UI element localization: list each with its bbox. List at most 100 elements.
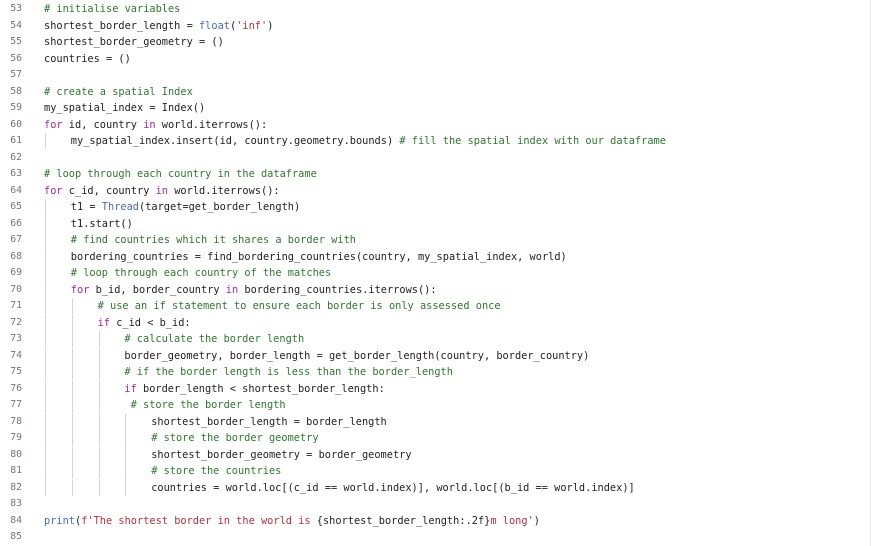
code-text: shortest_border_length = float('inf') [44,18,273,34]
indent-guide [45,265,46,281]
code-text: # find countries which it shares a borde… [71,232,356,248]
code-line[interactable]: 53 # initialise variables [0,1,870,17]
code-line[interactable]: 76 if border_length < shortest_border_len… [0,380,870,397]
indent-guide [71,364,73,380]
code-line[interactable]: 74 border_geometry, border_length = get_b… [0,347,870,364]
indent-guide [45,446,46,463]
code-text: my_spatial_index.insert(id, country.geom… [71,133,666,149]
code-text: my_spatial_index = Index() [44,100,205,116]
code-token-builtin: Thread [101,201,139,213]
code-line[interactable]: 63 # loop through each country in the dat… [0,166,870,182]
code-line[interactable]: 58 # create a spatial Index [0,84,870,100]
code-line[interactable]: 85 [0,529,870,545]
code-text: # initialise variables [44,1,180,17]
code-line[interactable]: 65 t1 = Thread(target=get_border_length) [0,199,870,215]
code-token-plain: ) [533,514,540,527]
code-text: if border_length < shortest_border_lengt… [124,381,384,397]
indent-guide [71,430,73,446]
code-text: shortest_border_geometry = () [44,34,224,50]
code-token-comment: # loop through each country of the match… [70,267,332,279]
indent-guide [71,331,73,347]
code-text: if c_id < b_id: [98,315,191,331]
code-line[interactable]: 71 # use an if statement to ensure each b… [0,298,870,314]
code-token-plain: {shortest_border_length:.2f} [316,514,491,527]
code-line[interactable]: 75 # if the border length is less than th… [0,364,870,380]
code-token-comment: # calculate the border length [124,333,305,345]
code-token-plain: t1 = [70,201,102,213]
indent-guide [45,380,46,397]
code-line[interactable]: 70 for b_id, border_country in bordering_… [0,281,870,298]
indent-guide [45,347,46,364]
line-number: 84 [10,514,22,526]
line-number: 81 [10,465,22,476]
line-number: 57 [10,69,22,80]
code-line[interactable]: 81 # store the countries [0,463,870,479]
code-line[interactable]: 55 shortest_border_geometry = () [0,34,870,50]
indent-guide [125,446,127,463]
code-token-plain: border_length < shortest_border_length: [136,382,385,395]
code-line[interactable]: 59 my_spatial_index = Index() [0,100,870,116]
code-token-plain: c_id < b_id: [110,316,191,329]
code-line[interactable]: 77 # store the border length [0,397,870,413]
indent-guide [98,380,100,397]
code-text: border_geometry, border_length = get_bor… [124,348,589,364]
code-line[interactable]: 73 # calculate the border length [0,331,870,347]
line-number: 85 [10,531,22,542]
code-editor[interactable]: 53 # initialise variables 54 shortest_borde… [0,0,871,546]
code-line[interactable]: 61 my_spatial_index.insert(id, country.ge… [0,133,870,149]
code-token-comment: # find countries which it shares a borde… [70,234,356,246]
code-token-keyword: in [155,184,169,197]
line-number: 70 [10,283,22,295]
code-line[interactable]: 62 [0,150,870,166]
code-token-comment: # create a spatial Index [44,85,193,98]
indent-guide [71,463,73,479]
code-token-plain: t1.start() [70,217,133,230]
indent-guide [98,479,100,496]
code-token-builtin: print [44,514,75,527]
code-line[interactable]: 82 countries = world.loc[(c_id == world.i… [0,479,870,496]
indent-guide [45,215,46,232]
line-number: 78 [10,415,22,427]
code-line[interactable]: 69 # loop through each country of the mat… [0,265,870,281]
code-text: t1 = Thread(target=get_border_length) [71,199,300,215]
code-token-plain: ) [267,19,274,32]
code-token-keyword: if [124,382,137,395]
code-token-plain: bordering_countries = find_bordering_cou… [70,250,567,263]
code-line[interactable]: 56 countries = () [0,51,870,67]
code-line[interactable]: 72 if c_id < b_id: [0,314,870,331]
line-number: 63 [10,168,22,179]
line-number: 61 [10,135,22,146]
code-text: for b_id, border_country in bordering_co… [71,282,437,298]
code-token-comment: # store the border geometry [151,432,319,444]
code-line[interactable]: 67 # find countries which it shares a bor… [0,232,870,248]
indent-guide [45,298,46,314]
code-token-keyword: in [143,118,156,131]
line-number: 77 [10,399,22,410]
code-token-keyword: for [44,118,63,131]
indent-guide [98,331,100,347]
code-line[interactable]: 57 [0,67,870,83]
code-line[interactable]: 64 for c_id, country in world.iterrows(): [0,183,870,199]
code-token-comment: # fill the spatial index with our datafr… [399,135,666,147]
code-token-plain: world.iterrows(): [155,118,268,131]
line-number: 83 [10,498,22,509]
code-token-plain: shortest_border_length = [44,19,199,32]
code-line[interactable]: 66 t1.start() [0,215,870,232]
code-token-plain: border_geometry, border_length = get_bor… [124,349,590,362]
indent-guide [98,463,100,479]
code-line[interactable]: 83 [0,496,870,512]
code-line[interactable]: 80 shortest_border_geometry = border_geom… [0,446,870,463]
code-line[interactable]: 54 shortest_border_length = float('inf') [0,18,870,34]
indent-guide [98,364,100,380]
code-line[interactable]: 60 for id, country in world.iterrows(): [0,117,870,133]
code-line[interactable]: 79 # store the border geometry [0,430,870,446]
code-line[interactable]: 78 shortest_border_length = border_length [0,413,870,430]
indent-guide [71,446,73,463]
code-token-keyword: if [97,316,110,329]
code-line[interactable]: 68 bordering_countries = find_bordering_c… [0,248,870,265]
code-line[interactable]: 84 print(f'The shortest border in the wor… [0,513,870,529]
line-number: 79 [10,432,22,443]
code-token-plain: countries = world.loc[(c_id == world.ind… [151,481,635,494]
code-token-builtin: float [198,19,230,32]
code-text: t1.start() [71,216,133,232]
